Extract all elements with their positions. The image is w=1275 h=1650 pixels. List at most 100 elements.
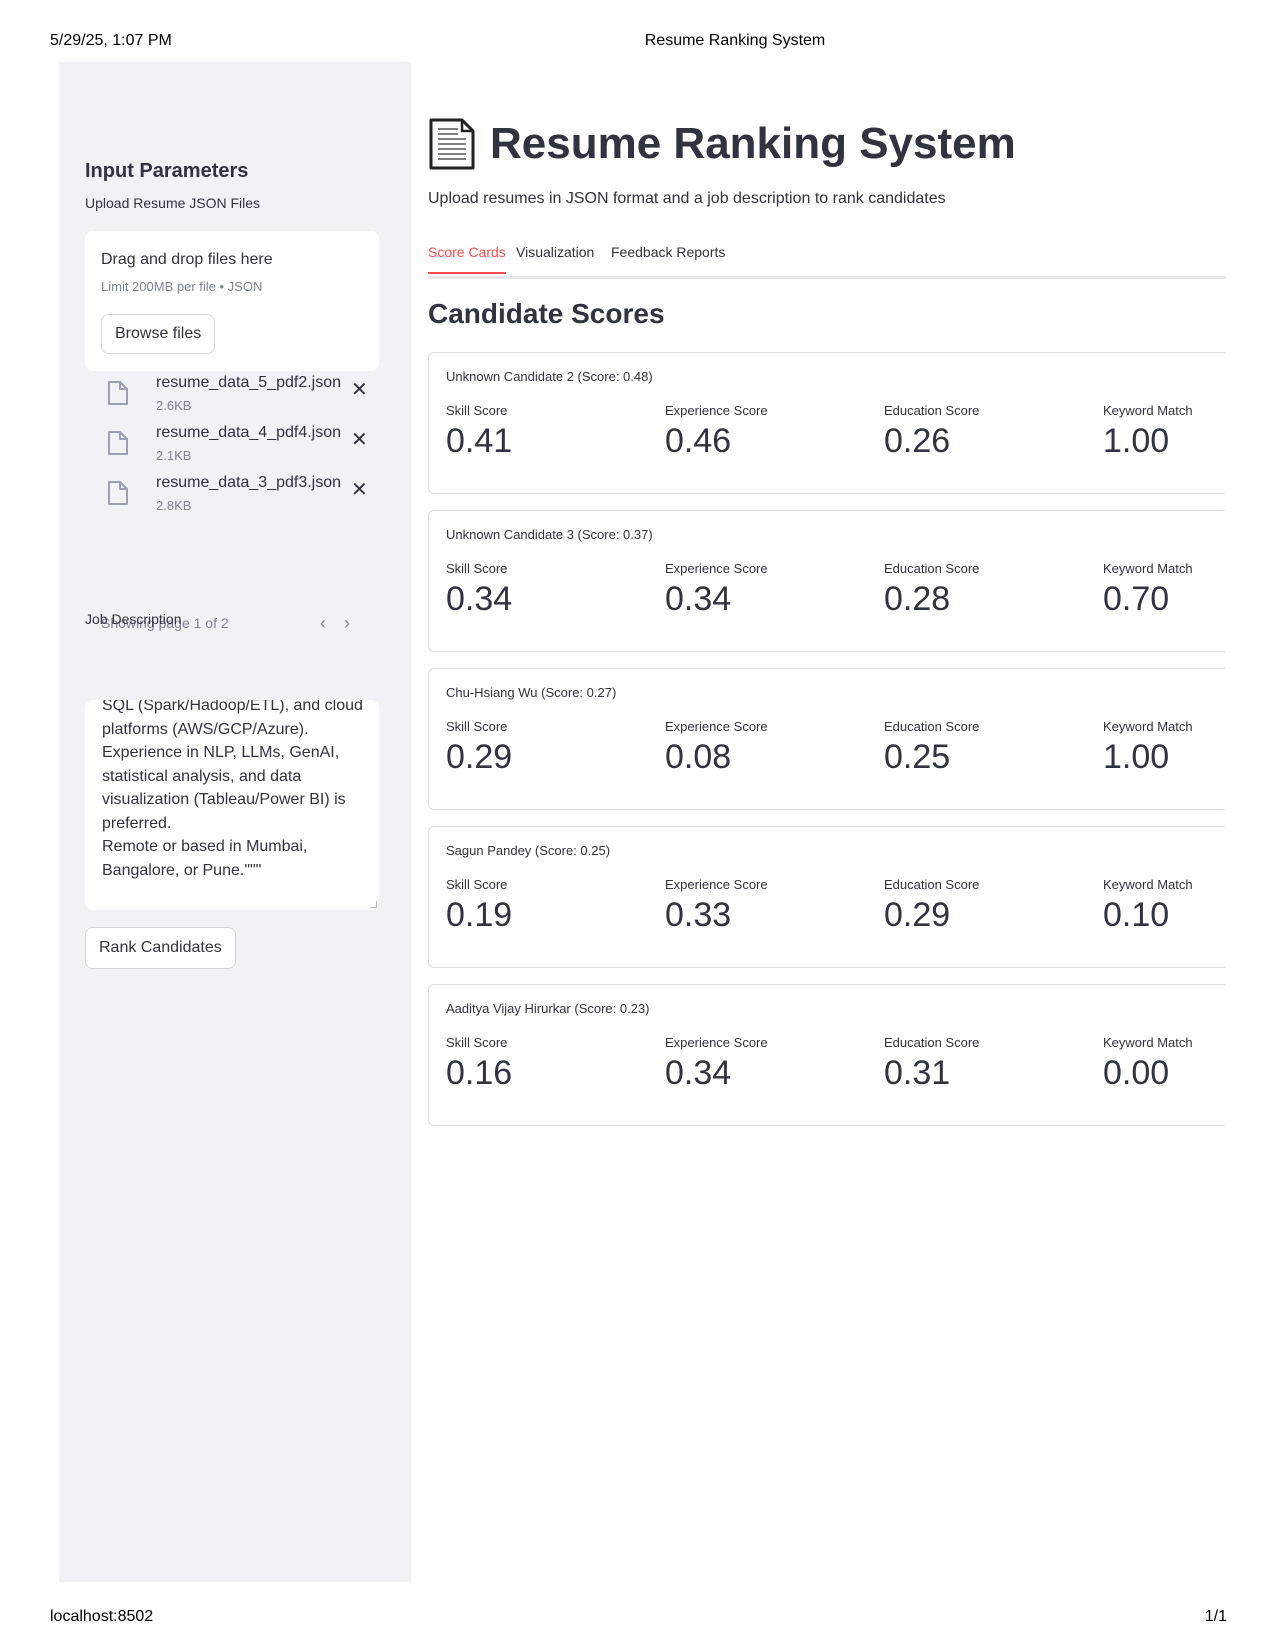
experience-metric: Experience Score 0.34 — [665, 561, 768, 619]
metric-label: Keyword Match — [1103, 719, 1193, 734]
section-title: Candidate Scores — [428, 298, 665, 329]
file-size: 2.6KB — [156, 398, 192, 413]
metric-value: 0.16 — [446, 1054, 513, 1092]
metric-label: Experience Score — [665, 403, 768, 418]
tab-bar: Score Cards Visualization Feedback Repor… — [428, 242, 1226, 279]
print-url: localhost:8502 — [50, 1608, 154, 1625]
metric-value: 0.10 — [1103, 896, 1170, 934]
file-name: resume_data_3_pdf3.json — [156, 474, 342, 491]
keyword-metric: Keyword Match 0.00 — [1103, 1035, 1193, 1093]
metric-value: 0.31 — [884, 1054, 951, 1092]
candidate-title: Unknown Candidate 3 (Score: 0.37) — [446, 527, 653, 542]
candidate-card: Aaditya Vijay Hirurkar (Score: 0.23) Ski… — [428, 984, 1225, 1126]
metric-value: 0.19 — [446, 896, 513, 934]
file-icon — [108, 431, 128, 455]
file-icon — [108, 381, 128, 405]
metric-value: 0.34 — [446, 580, 513, 618]
file-name: resume_data_5_pdf2.json — [156, 374, 342, 391]
chevron-right-icon[interactable]: › — [344, 613, 350, 634]
browse-files-button[interactable]: Browse files — [101, 314, 216, 354]
skill-metric: Skill Score 0.16 — [446, 1035, 512, 1093]
metric-value: 1.00 — [1103, 738, 1170, 776]
keyword-metric: Keyword Match 1.00 — [1103, 403, 1193, 461]
metric-label: Skill Score — [446, 561, 508, 576]
file-size: 2.1KB — [156, 448, 192, 463]
metric-label: Skill Score — [446, 719, 508, 734]
candidate-card: Unknown Candidate 3 (Score: 0.37) Skill … — [428, 510, 1225, 652]
file-dropzone[interactable]: Drag and drop files here Limit 200MB per… — [85, 231, 379, 371]
candidate-title: Chu-Hsiang Wu (Score: 0.27) — [446, 685, 617, 700]
upload-label: Upload Resume JSON Files — [85, 195, 261, 211]
page-title-text: Resume Ranking System — [490, 119, 1016, 168]
metric-value: 0.34 — [665, 580, 732, 618]
resize-handle[interactable] — [370, 901, 377, 908]
job-description-text: SQL (Spark/Hadoop/ETL), and cloud platfo… — [102, 700, 363, 879]
metric-label: Experience Score — [665, 1035, 768, 1050]
metric-label: Experience Score — [665, 719, 768, 734]
metric-label: Education Score — [884, 877, 980, 892]
metric-label: Skill Score — [446, 877, 508, 892]
dropzone-limit: Limit 200MB per file • JSON — [101, 279, 263, 294]
metric-value: 0.33 — [665, 896, 732, 934]
metric-label: Education Score — [884, 403, 980, 418]
rank-candidates-button[interactable]: Rank Candidates — [85, 927, 236, 969]
metric-value: 0.26 — [884, 422, 951, 460]
metric-label: Keyword Match — [1103, 561, 1193, 576]
close-icon[interactable]: ✕ — [351, 480, 368, 500]
experience-metric: Experience Score 0.33 — [665, 877, 768, 935]
metric-label: Skill Score — [446, 403, 508, 418]
metric-value: 0.34 — [665, 1054, 732, 1092]
uploaded-file-item: resume_data_4_pdf4.json 2.1KB ✕ — [85, 424, 379, 470]
close-icon[interactable]: ✕ — [351, 380, 368, 400]
metric-label: Keyword Match — [1103, 403, 1193, 418]
keyword-metric: Keyword Match 1.00 — [1103, 719, 1193, 777]
page-title: Resume Ranking System — [428, 114, 1016, 174]
tab-feedback-reports[interactable]: Feedback Reports — [611, 244, 725, 272]
metric-value: 0.46 — [665, 422, 732, 460]
education-metric: Education Score 0.28 — [884, 561, 979, 619]
page-facing-up-icon — [429, 118, 475, 170]
metric-value: 0.25 — [884, 738, 951, 776]
metric-value: 0.00 — [1103, 1054, 1170, 1092]
metric-value: 0.08 — [665, 738, 732, 776]
metric-value: 0.70 — [1103, 580, 1170, 618]
job-description-textarea[interactable]: SQL (Spark/Hadoop/ETL), and cloud platfo… — [85, 700, 379, 910]
experience-metric: Experience Score 0.34 — [665, 1035, 768, 1093]
metric-value: 0.29 — [446, 738, 513, 776]
metric-value: 0.41 — [446, 422, 513, 460]
candidate-title: Unknown Candidate 2 (Score: 0.48) — [446, 369, 653, 384]
file-icon — [108, 481, 128, 505]
print-page-number: 1/1 — [1204, 1608, 1227, 1625]
experience-metric: Experience Score 0.08 — [665, 719, 768, 777]
metric-value: 0.28 — [884, 580, 951, 618]
sidebar-title: Input Parameters — [85, 160, 249, 182]
education-metric: Education Score 0.26 — [884, 403, 979, 461]
candidate-card: Chu-Hsiang Wu (Score: 0.27) Skill Score … — [428, 668, 1225, 810]
skill-metric: Skill Score 0.29 — [446, 719, 512, 777]
skill-metric: Skill Score 0.34 — [446, 561, 512, 619]
tab-score-cards[interactable]: Score Cards — [428, 244, 506, 274]
metric-label: Education Score — [884, 719, 980, 734]
main-content: Resume Ranking System Upload resumes in … — [428, 62, 1226, 1582]
page-subtitle: Upload resumes in JSON format and a job … — [428, 190, 946, 207]
skill-metric: Skill Score 0.41 — [446, 403, 512, 461]
uploaded-file-item: resume_data_3_pdf3.json 2.8KB ✕ — [85, 474, 379, 520]
file-size: 2.8KB — [156, 498, 192, 513]
candidate-title: Sagun Pandey (Score: 0.25) — [446, 843, 611, 858]
metric-label: Skill Score — [446, 1035, 508, 1050]
chevron-left-icon[interactable]: ‹ — [320, 613, 326, 634]
print-page-title: Resume Ranking System — [644, 32, 826, 49]
close-icon[interactable]: ✕ — [351, 430, 368, 450]
metric-label: Keyword Match — [1103, 1035, 1193, 1050]
uploaded-file-item: resume_data_5_pdf2.json 2.6KB ✕ — [85, 374, 379, 420]
tab-visualization[interactable]: Visualization — [516, 244, 594, 272]
education-metric: Education Score 0.25 — [884, 719, 979, 777]
metric-value: 1.00 — [1103, 422, 1170, 460]
metric-value: 0.29 — [884, 896, 951, 934]
metric-label: Experience Score — [665, 561, 768, 576]
file-name: resume_data_4_pdf4.json — [156, 424, 342, 441]
education-metric: Education Score 0.31 — [884, 1035, 979, 1093]
metric-label: Keyword Match — [1103, 877, 1193, 892]
metric-label: Experience Score — [665, 877, 768, 892]
candidate-card: Unknown Candidate 2 (Score: 0.48) Skill … — [428, 352, 1225, 494]
